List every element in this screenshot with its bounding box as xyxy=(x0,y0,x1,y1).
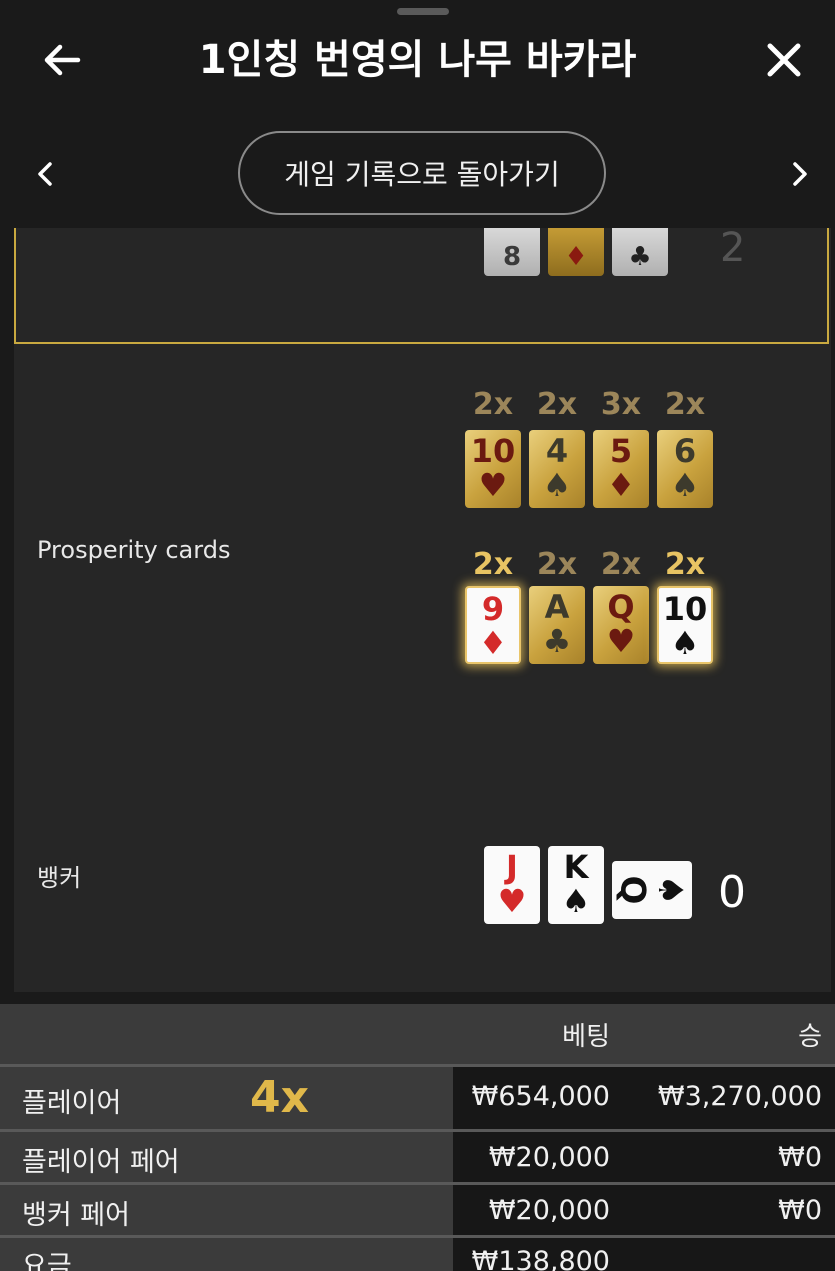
bet-name: 플레이어 xyxy=(22,1088,122,1119)
card-multiplier: 2x xyxy=(472,387,514,422)
round-details-panel[interactable]: 8 ♦ ♣ 2 Prosperity cards 2x 2x 3x 2x 10 … xyxy=(14,228,831,992)
bet-amount: ₩654,000 xyxy=(471,1081,610,1112)
column-header-win: 승 xyxy=(798,1022,822,1052)
banker-card: J ♥ xyxy=(484,846,540,924)
prev-round-button[interactable] xyxy=(30,156,62,192)
next-round-button[interactable] xyxy=(783,156,815,192)
card-multiplier: 2x xyxy=(536,547,578,582)
card-multiplier: 2x xyxy=(472,547,514,582)
spade-icon: ♠ xyxy=(670,466,700,504)
card-rank: A xyxy=(544,588,570,626)
bet-amount: ₩20,000 xyxy=(488,1142,610,1173)
prosperity-cards-label: Prosperity cards xyxy=(37,536,231,564)
history-nav: 게임 기록으로 돌아가기 xyxy=(0,118,835,228)
banker-label: 뱅커 xyxy=(37,864,82,892)
card-rank: 4 xyxy=(545,432,569,470)
prosperity-card: A ♣ xyxy=(529,586,585,664)
card-multiplier: 2x xyxy=(664,547,706,582)
card-rank: 10 xyxy=(662,590,708,628)
card-rank: 9 xyxy=(481,590,505,628)
banker-total: 0 xyxy=(718,867,746,918)
player-hand-section: 8 ♦ ♣ 2 xyxy=(14,228,829,344)
close-icon xyxy=(767,43,801,77)
player-card: ♦ xyxy=(548,228,604,276)
prosperity-card-matched: 10 ♠ xyxy=(657,586,713,664)
card-rank: 10 xyxy=(470,432,516,470)
back-button[interactable] xyxy=(38,36,86,84)
diamond-icon: ♦ xyxy=(606,466,636,504)
card-multiplier: 3x xyxy=(600,387,642,422)
card-multiplier: 2x xyxy=(600,547,642,582)
bet-multiplier: 4x xyxy=(250,1072,309,1123)
player-card: ♣ xyxy=(612,228,668,276)
heart-icon: ♥ xyxy=(606,622,636,660)
prosperity-card: 10 ♥ xyxy=(465,430,521,508)
prosperity-card: 6 ♠ xyxy=(657,430,713,508)
player-card: 8 xyxy=(484,228,540,276)
chevron-right-icon xyxy=(793,162,807,186)
spade-icon: ♠ xyxy=(670,624,700,662)
card-rank: 5 xyxy=(609,432,633,470)
chevron-left-icon xyxy=(38,162,52,186)
prosperity-card: Q ♥ xyxy=(593,586,649,664)
bet-name: 뱅커 페어 xyxy=(22,1200,130,1231)
card-rank: Q xyxy=(612,875,653,905)
win-amount: ₩3,270,000 xyxy=(657,1081,822,1112)
prosperity-card: 4 ♠ xyxy=(529,430,585,508)
card-rank: K xyxy=(563,848,589,886)
card-rank: Q xyxy=(607,588,635,626)
card-multiplier: 2x xyxy=(536,387,578,422)
table-row: 뱅커 페어 ₩20,000 ₩0 xyxy=(0,1185,835,1235)
spade-icon: ♠ xyxy=(650,874,691,906)
arrow-left-icon xyxy=(44,44,81,76)
win-amount: ₩0 xyxy=(778,1142,822,1173)
banker-card: K ♠ xyxy=(548,846,604,924)
table-header: 베팅 승 xyxy=(0,1004,835,1064)
prosperity-card-matched: 9 ♦ xyxy=(465,586,521,664)
bets-table: 베팅 승 플레이어 4x ₩654,000 ₩3,270,000 플레이어 페어… xyxy=(0,1004,835,1271)
card-multiplier: 2x xyxy=(664,387,706,422)
heart-icon: ♥ xyxy=(478,466,508,504)
spade-icon: ♠ xyxy=(542,466,572,504)
player-cards: 8 ♦ ♣ xyxy=(484,228,668,276)
spade-icon: ♠ xyxy=(561,882,591,920)
table-row: 요금 ₩138,800 xyxy=(0,1238,835,1271)
back-to-history-button[interactable]: 게임 기록으로 돌아가기 xyxy=(238,131,606,215)
banker-card-sideways: Q ♠ xyxy=(612,861,692,919)
column-header-bet: 베팅 xyxy=(562,1022,610,1052)
bet-amount: ₩20,000 xyxy=(488,1195,610,1226)
heart-icon: ♥ xyxy=(497,882,527,920)
bet-name: 요금 xyxy=(22,1251,72,1271)
win-amount: ₩0 xyxy=(778,1195,822,1226)
close-button[interactable] xyxy=(758,34,810,86)
table-row: 플레이어 4x ₩654,000 ₩3,270,000 xyxy=(0,1067,835,1129)
club-icon: ♣ xyxy=(542,622,572,660)
header: 1인칭 번영의 나무 바카라 xyxy=(0,0,835,118)
bet-name: 플레이어 페어 xyxy=(22,1147,180,1178)
page-title: 1인칭 번영의 나무 바카라 xyxy=(198,37,637,83)
bet-amount: ₩138,800 xyxy=(471,1246,610,1271)
prosperity-card: 5 ♦ xyxy=(593,430,649,508)
diamond-icon: ♦ xyxy=(478,624,508,662)
card-rank: J xyxy=(506,848,518,886)
card-rank: 6 xyxy=(673,432,697,470)
table-row: 플레이어 페어 ₩20,000 ₩0 xyxy=(0,1132,835,1182)
player-total: 2 xyxy=(720,228,746,271)
